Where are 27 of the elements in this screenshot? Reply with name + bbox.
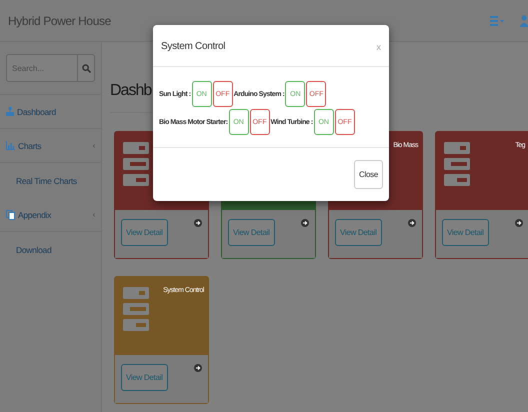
close-button[interactable]: Close	[354, 160, 383, 189]
sidebar-item[interactable]: Appendix ‹	[0, 198, 101, 232]
files-icon	[6, 210, 15, 220]
sidebar-subitem[interactable]: Download	[0, 232, 101, 267]
server-icon	[444, 142, 470, 187]
arrow-circle-icon[interactable]	[194, 219, 202, 227]
arrow-circle-icon[interactable]	[515, 219, 523, 227]
dialog-title: System Control	[161, 41, 226, 52]
sidebar-item[interactable]: Charts ‹	[0, 129, 101, 163]
arrow-circle-icon[interactable]	[408, 219, 416, 227]
view-detail-button[interactable]: View Detail	[442, 219, 489, 246]
chevron-icon: ‹	[92, 210, 95, 219]
chevron-icon: ‹	[92, 141, 95, 150]
server-icon	[123, 287, 149, 332]
arrow-circle-icon[interactable]	[301, 219, 309, 227]
arrow-circle-icon[interactable]	[194, 364, 202, 372]
sitemap-icon	[6, 107, 14, 116]
bar-chart-icon	[6, 141, 15, 150]
sidebar-subitem[interactable]: Real Time Charts	[0, 163, 101, 198]
view-detail-button[interactable]: View Detail	[121, 364, 168, 391]
view-detail-button[interactable]: View Detail	[228, 219, 275, 246]
sidebar-item[interactable]: Dashboard	[0, 95, 101, 129]
view-detail-button[interactable]: View Detail	[121, 219, 168, 246]
brand-title: Hybrid Power House	[8, 14, 111, 28]
server-icon	[123, 142, 149, 187]
view-detail-button[interactable]: View Detail	[335, 219, 382, 246]
close-button[interactable]: x	[376, 41, 381, 52]
